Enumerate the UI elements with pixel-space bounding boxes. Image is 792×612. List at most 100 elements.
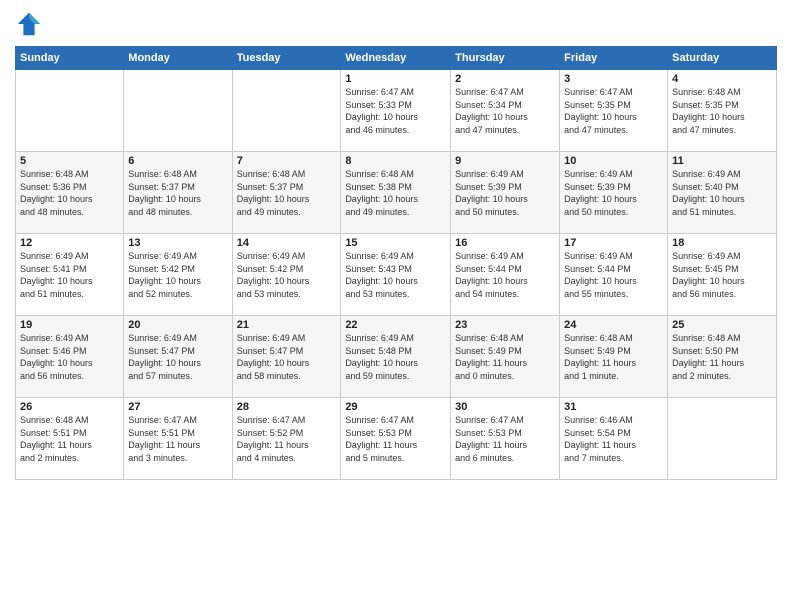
day-number: 31 bbox=[564, 401, 663, 413]
day-info: Sunrise: 6:47 AM Sunset: 5:51 PM Dayligh… bbox=[128, 414, 227, 464]
day-info: Sunrise: 6:49 AM Sunset: 5:45 PM Dayligh… bbox=[672, 250, 772, 300]
day-info: Sunrise: 6:48 AM Sunset: 5:49 PM Dayligh… bbox=[564, 332, 663, 382]
calendar-week-2: 5Sunrise: 6:48 AM Sunset: 5:36 PM Daylig… bbox=[16, 152, 777, 234]
day-info: Sunrise: 6:47 AM Sunset: 5:53 PM Dayligh… bbox=[455, 414, 555, 464]
calendar-cell: 25Sunrise: 6:48 AM Sunset: 5:50 PM Dayli… bbox=[668, 316, 777, 398]
day-info: Sunrise: 6:48 AM Sunset: 5:36 PM Dayligh… bbox=[20, 168, 119, 218]
day-info: Sunrise: 6:48 AM Sunset: 5:49 PM Dayligh… bbox=[455, 332, 555, 382]
day-header-wednesday: Wednesday bbox=[341, 47, 451, 70]
calendar-week-4: 19Sunrise: 6:49 AM Sunset: 5:46 PM Dayli… bbox=[16, 316, 777, 398]
day-number: 12 bbox=[20, 237, 119, 249]
day-info: Sunrise: 6:49 AM Sunset: 5:40 PM Dayligh… bbox=[672, 168, 772, 218]
day-info: Sunrise: 6:47 AM Sunset: 5:53 PM Dayligh… bbox=[345, 414, 446, 464]
day-info: Sunrise: 6:47 AM Sunset: 5:34 PM Dayligh… bbox=[455, 86, 555, 136]
calendar-cell: 3Sunrise: 6:47 AM Sunset: 5:35 PM Daylig… bbox=[560, 70, 668, 152]
day-number: 19 bbox=[20, 319, 119, 331]
calendar-cell: 5Sunrise: 6:48 AM Sunset: 5:36 PM Daylig… bbox=[16, 152, 124, 234]
day-info: Sunrise: 6:48 AM Sunset: 5:51 PM Dayligh… bbox=[20, 414, 119, 464]
calendar-cell bbox=[124, 70, 232, 152]
calendar-cell: 22Sunrise: 6:49 AM Sunset: 5:48 PM Dayli… bbox=[341, 316, 451, 398]
calendar-cell: 12Sunrise: 6:49 AM Sunset: 5:41 PM Dayli… bbox=[16, 234, 124, 316]
calendar-cell: 4Sunrise: 6:48 AM Sunset: 5:35 PM Daylig… bbox=[668, 70, 777, 152]
calendar-cell: 28Sunrise: 6:47 AM Sunset: 5:52 PM Dayli… bbox=[232, 398, 341, 480]
day-number: 8 bbox=[345, 155, 446, 167]
calendar-cell: 30Sunrise: 6:47 AM Sunset: 5:53 PM Dayli… bbox=[451, 398, 560, 480]
day-number: 10 bbox=[564, 155, 663, 167]
calendar-cell: 9Sunrise: 6:49 AM Sunset: 5:39 PM Daylig… bbox=[451, 152, 560, 234]
day-number: 27 bbox=[128, 401, 227, 413]
calendar-cell: 2Sunrise: 6:47 AM Sunset: 5:34 PM Daylig… bbox=[451, 70, 560, 152]
day-number: 15 bbox=[345, 237, 446, 249]
day-number: 24 bbox=[564, 319, 663, 331]
header bbox=[15, 10, 777, 38]
calendar-cell: 7Sunrise: 6:48 AM Sunset: 5:37 PM Daylig… bbox=[232, 152, 341, 234]
calendar-cell: 13Sunrise: 6:49 AM Sunset: 5:42 PM Dayli… bbox=[124, 234, 232, 316]
calendar-header-row: SundayMondayTuesdayWednesdayThursdayFrid… bbox=[16, 47, 777, 70]
day-info: Sunrise: 6:49 AM Sunset: 5:41 PM Dayligh… bbox=[20, 250, 119, 300]
day-number: 11 bbox=[672, 155, 772, 167]
calendar-cell: 26Sunrise: 6:48 AM Sunset: 5:51 PM Dayli… bbox=[16, 398, 124, 480]
calendar-cell: 14Sunrise: 6:49 AM Sunset: 5:42 PM Dayli… bbox=[232, 234, 341, 316]
day-number: 25 bbox=[672, 319, 772, 331]
day-info: Sunrise: 6:47 AM Sunset: 5:33 PM Dayligh… bbox=[345, 86, 446, 136]
day-number: 4 bbox=[672, 73, 772, 85]
calendar-cell: 16Sunrise: 6:49 AM Sunset: 5:44 PM Dayli… bbox=[451, 234, 560, 316]
logo bbox=[15, 10, 47, 38]
calendar-cell: 11Sunrise: 6:49 AM Sunset: 5:40 PM Dayli… bbox=[668, 152, 777, 234]
day-info: Sunrise: 6:49 AM Sunset: 5:44 PM Dayligh… bbox=[564, 250, 663, 300]
calendar-cell: 24Sunrise: 6:48 AM Sunset: 5:49 PM Dayli… bbox=[560, 316, 668, 398]
day-number: 28 bbox=[237, 401, 337, 413]
day-info: Sunrise: 6:49 AM Sunset: 5:46 PM Dayligh… bbox=[20, 332, 119, 382]
calendar-cell: 29Sunrise: 6:47 AM Sunset: 5:53 PM Dayli… bbox=[341, 398, 451, 480]
day-number: 21 bbox=[237, 319, 337, 331]
day-number: 6 bbox=[128, 155, 227, 167]
day-info: Sunrise: 6:48 AM Sunset: 5:50 PM Dayligh… bbox=[672, 332, 772, 382]
calendar: SundayMondayTuesdayWednesdayThursdayFrid… bbox=[15, 46, 777, 480]
day-number: 9 bbox=[455, 155, 555, 167]
day-number: 13 bbox=[128, 237, 227, 249]
day-number: 14 bbox=[237, 237, 337, 249]
day-number: 16 bbox=[455, 237, 555, 249]
day-info: Sunrise: 6:49 AM Sunset: 5:42 PM Dayligh… bbox=[237, 250, 337, 300]
day-info: Sunrise: 6:46 AM Sunset: 5:54 PM Dayligh… bbox=[564, 414, 663, 464]
calendar-cell bbox=[668, 398, 777, 480]
day-number: 18 bbox=[672, 237, 772, 249]
day-number: 7 bbox=[237, 155, 337, 167]
day-info: Sunrise: 6:48 AM Sunset: 5:37 PM Dayligh… bbox=[237, 168, 337, 218]
day-info: Sunrise: 6:48 AM Sunset: 5:37 PM Dayligh… bbox=[128, 168, 227, 218]
day-info: Sunrise: 6:47 AM Sunset: 5:35 PM Dayligh… bbox=[564, 86, 663, 136]
day-number: 5 bbox=[20, 155, 119, 167]
day-number: 3 bbox=[564, 73, 663, 85]
calendar-cell: 8Sunrise: 6:48 AM Sunset: 5:38 PM Daylig… bbox=[341, 152, 451, 234]
calendar-cell: 6Sunrise: 6:48 AM Sunset: 5:37 PM Daylig… bbox=[124, 152, 232, 234]
day-info: Sunrise: 6:48 AM Sunset: 5:38 PM Dayligh… bbox=[345, 168, 446, 218]
calendar-cell: 21Sunrise: 6:49 AM Sunset: 5:47 PM Dayli… bbox=[232, 316, 341, 398]
day-info: Sunrise: 6:49 AM Sunset: 5:44 PM Dayligh… bbox=[455, 250, 555, 300]
calendar-cell bbox=[232, 70, 341, 152]
page: SundayMondayTuesdayWednesdayThursdayFrid… bbox=[0, 0, 792, 612]
calendar-cell: 20Sunrise: 6:49 AM Sunset: 5:47 PM Dayli… bbox=[124, 316, 232, 398]
calendar-cell: 10Sunrise: 6:49 AM Sunset: 5:39 PM Dayli… bbox=[560, 152, 668, 234]
day-info: Sunrise: 6:49 AM Sunset: 5:39 PM Dayligh… bbox=[455, 168, 555, 218]
day-header-friday: Friday bbox=[560, 47, 668, 70]
day-number: 17 bbox=[564, 237, 663, 249]
logo-icon bbox=[15, 10, 43, 38]
day-header-saturday: Saturday bbox=[668, 47, 777, 70]
calendar-week-5: 26Sunrise: 6:48 AM Sunset: 5:51 PM Dayli… bbox=[16, 398, 777, 480]
calendar-cell: 17Sunrise: 6:49 AM Sunset: 5:44 PM Dayli… bbox=[560, 234, 668, 316]
day-number: 29 bbox=[345, 401, 446, 413]
calendar-cell bbox=[16, 70, 124, 152]
day-number: 26 bbox=[20, 401, 119, 413]
day-header-thursday: Thursday bbox=[451, 47, 560, 70]
calendar-cell: 27Sunrise: 6:47 AM Sunset: 5:51 PM Dayli… bbox=[124, 398, 232, 480]
day-info: Sunrise: 6:49 AM Sunset: 5:47 PM Dayligh… bbox=[237, 332, 337, 382]
calendar-cell: 23Sunrise: 6:48 AM Sunset: 5:49 PM Dayli… bbox=[451, 316, 560, 398]
calendar-week-3: 12Sunrise: 6:49 AM Sunset: 5:41 PM Dayli… bbox=[16, 234, 777, 316]
day-number: 20 bbox=[128, 319, 227, 331]
day-info: Sunrise: 6:47 AM Sunset: 5:52 PM Dayligh… bbox=[237, 414, 337, 464]
day-header-monday: Monday bbox=[124, 47, 232, 70]
day-number: 2 bbox=[455, 73, 555, 85]
calendar-cell: 1Sunrise: 6:47 AM Sunset: 5:33 PM Daylig… bbox=[341, 70, 451, 152]
day-number: 1 bbox=[345, 73, 446, 85]
day-number: 23 bbox=[455, 319, 555, 331]
